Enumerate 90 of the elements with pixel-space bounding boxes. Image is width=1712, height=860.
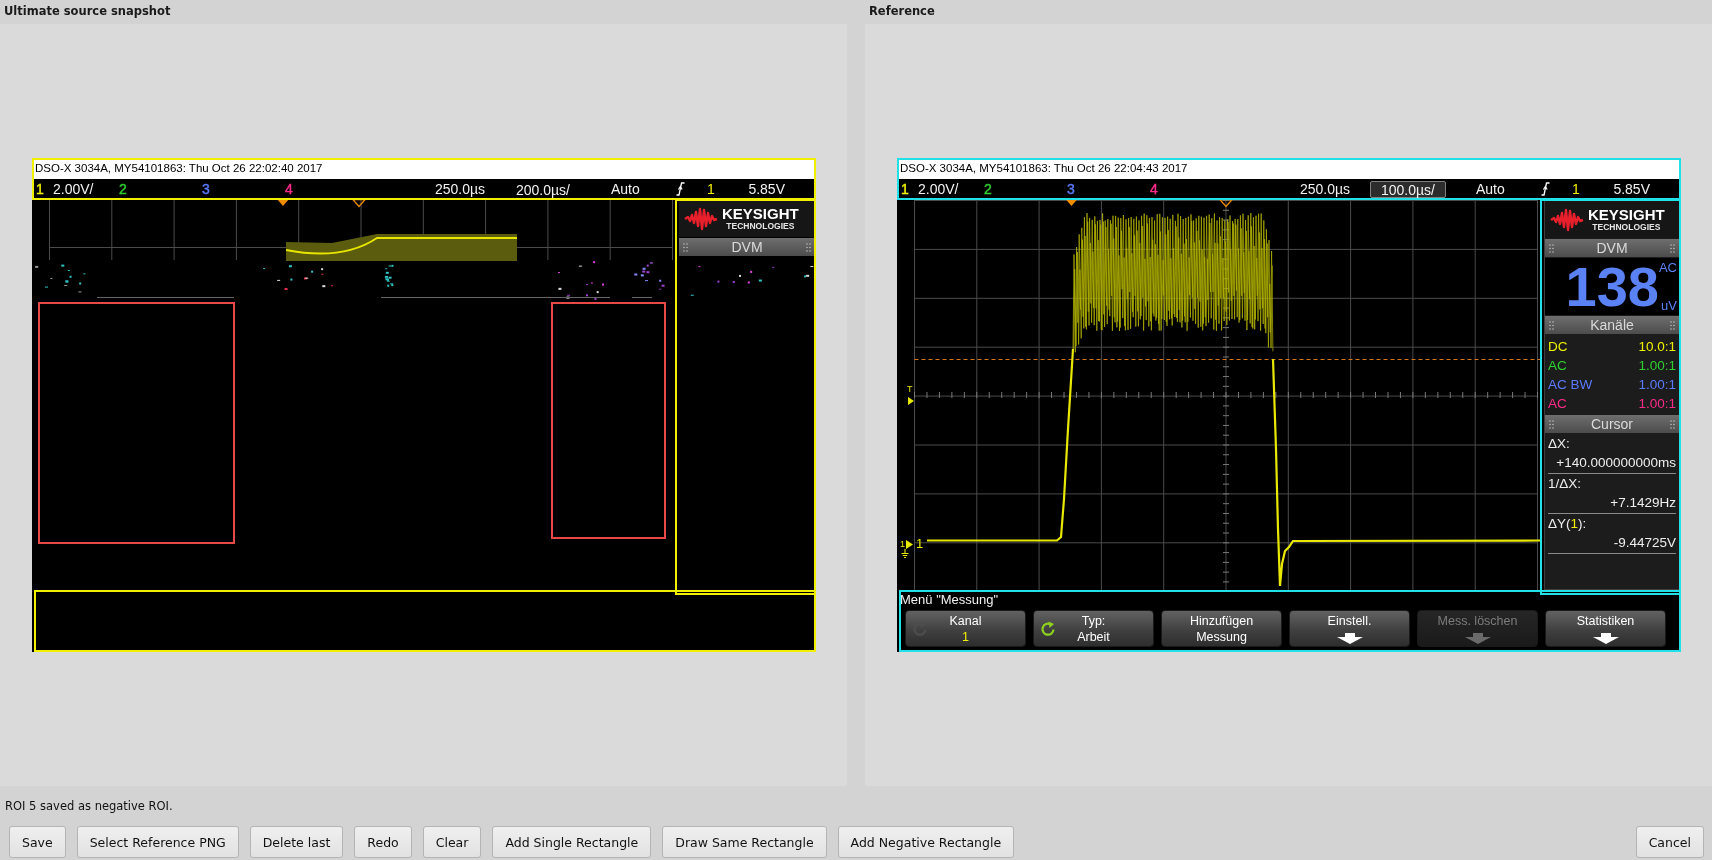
grip-icon: [806, 242, 811, 252]
probe-ratio: 1.00:1: [1638, 377, 1676, 392]
cursor-label: ΔX:: [1548, 436, 1570, 451]
trigger-source: 1: [1572, 181, 1581, 197]
channel-level-arrow-icon: [906, 540, 913, 549]
channel-coupling: AC: [1548, 358, 1567, 373]
trigger-level-readout: 5.85V: [748, 181, 785, 197]
grip-icon: [1670, 320, 1675, 330]
grip-icon: [1549, 243, 1554, 253]
section-title: Cursor: [1591, 415, 1633, 433]
channel-number: 2: [119, 181, 127, 197]
probe-ratio: 1.00:1: [1638, 396, 1676, 411]
status-message: ROI 5 saved as negative ROI.: [5, 799, 173, 813]
probe-ratio: 10.0:1: [1638, 339, 1676, 354]
section-title: Kanäle: [1590, 316, 1634, 334]
channel-scale: 2.00V/: [53, 181, 94, 197]
rising-edge-icon: [676, 182, 685, 196]
delay-readout: 250.0µs: [434, 181, 485, 197]
time-reference-marker-icon: [351, 199, 367, 208]
panel-title: Reference: [868, 3, 935, 20]
brand-name: KEYSIGHT: [722, 206, 799, 221]
section-title: DVM: [731, 238, 763, 256]
trigger-position-marker-icon: [1065, 199, 1078, 206]
waveform-logo-icon: [1550, 207, 1584, 232]
grip-icon: [1549, 320, 1554, 330]
channel-number: 4: [1150, 181, 1158, 197]
channel-number: 2: [984, 181, 992, 197]
menu-title: Menü "Messung": [899, 591, 1000, 609]
trigger-level-arrow-icon: [908, 397, 914, 405]
time-reference-marker-icon: [1218, 199, 1234, 208]
panel-title: Ultimate source snapshot: [3, 3, 171, 20]
trigger-mode: Auto: [611, 181, 641, 197]
select-reference-button[interactable]: Select Reference PNG: [76, 826, 239, 858]
draw-same-rectangle-button[interactable]: Draw Same Rectangle: [662, 826, 827, 858]
grip-icon: [1549, 419, 1554, 429]
trigger-mode: Auto: [1476, 181, 1506, 197]
softkey[interactable]: Einstell.: [1289, 610, 1410, 647]
ground-icon: [901, 549, 909, 558]
channel-coupling: DC: [1548, 339, 1568, 354]
timebase-readout: 100.0µs/: [1370, 180, 1446, 198]
trigger-level-readout: 5.85V: [1613, 181, 1650, 197]
cursor-value: +7.1429Hz: [1610, 495, 1676, 510]
channel-marker: 1: [900, 539, 905, 549]
channel-coupling: AC: [1548, 396, 1567, 411]
probe-ratio: 1.00:1: [1638, 358, 1676, 373]
cursor-value: -9.44725V: [1613, 535, 1676, 550]
section-title: DVM: [1596, 239, 1628, 257]
channel-scale: 2.00V/: [918, 181, 959, 197]
cursor-label: 1/ΔX:: [1548, 476, 1582, 491]
waveform-logo-icon: [684, 206, 718, 231]
brand-tagline: TECHNOLOGIES: [726, 221, 795, 231]
channel-number: 3: [202, 181, 210, 197]
grip-icon: [1670, 243, 1675, 253]
channel-number: 3: [1067, 181, 1075, 197]
grip-icon: [1670, 419, 1675, 429]
channel-number: 1: [36, 181, 44, 197]
dvm-unit: uV: [1661, 299, 1677, 313]
delete-last-button[interactable]: Delete last: [249, 826, 344, 858]
screenshot-title: DSO-X 3034A, MY54101863: Thu Oct 26 22:02:40 2017: [32, 158, 816, 179]
dvm-reading: 138: [1565, 262, 1659, 312]
down-arrow-icon: [1335, 632, 1364, 644]
clear-button[interactable]: Clear: [422, 826, 482, 858]
screenshot-title: DSO-X 3034A, MY54101863: Thu Oct 26 22:04:43 2017: [897, 158, 1681, 179]
trigger-level-marker: T: [907, 385, 913, 394]
down-arrow-icon: [1463, 632, 1492, 644]
add-single-rectangle-button[interactable]: Add Single Rectangle: [492, 826, 652, 858]
brand-tagline: TECHNOLOGIES: [1592, 222, 1661, 232]
down-arrow-icon: [1591, 632, 1620, 644]
grip-icon: [683, 242, 688, 252]
redo-button[interactable]: Redo: [354, 826, 412, 858]
channel-number: 1: [901, 181, 909, 197]
channel-coupling: AC BW: [1548, 377, 1593, 392]
softkey[interactable]: Typ: Arbeit: [1033, 610, 1154, 647]
cursor-label: ΔY(1):: [1548, 516, 1587, 531]
timebase-readout: 200.0µs/: [515, 180, 571, 198]
trigger-source: 1: [707, 181, 716, 197]
softkey[interactable]: Statistiken: [1545, 610, 1666, 647]
trigger-position-marker-icon: [277, 199, 289, 206]
softkey[interactable]: Hinzufügen Messung: [1161, 610, 1282, 647]
brand-name: KEYSIGHT: [1588, 207, 1665, 222]
trace-label: 1: [916, 537, 924, 550]
delay-readout: 250.0µs: [1299, 181, 1350, 197]
softkey[interactable]: Kanal 1: [905, 610, 1026, 647]
save-button[interactable]: Save: [9, 826, 66, 858]
add-negative-rectangle-button[interactable]: Add Negative Rectangle: [837, 826, 1015, 858]
cancel-button[interactable]: Cancel: [1635, 826, 1704, 858]
cursor-value: +140.000000000ms: [1556, 455, 1676, 470]
channel-number: 4: [285, 181, 293, 197]
rising-edge-icon: [1541, 182, 1550, 196]
dvm-mode: AC: [1658, 261, 1677, 275]
